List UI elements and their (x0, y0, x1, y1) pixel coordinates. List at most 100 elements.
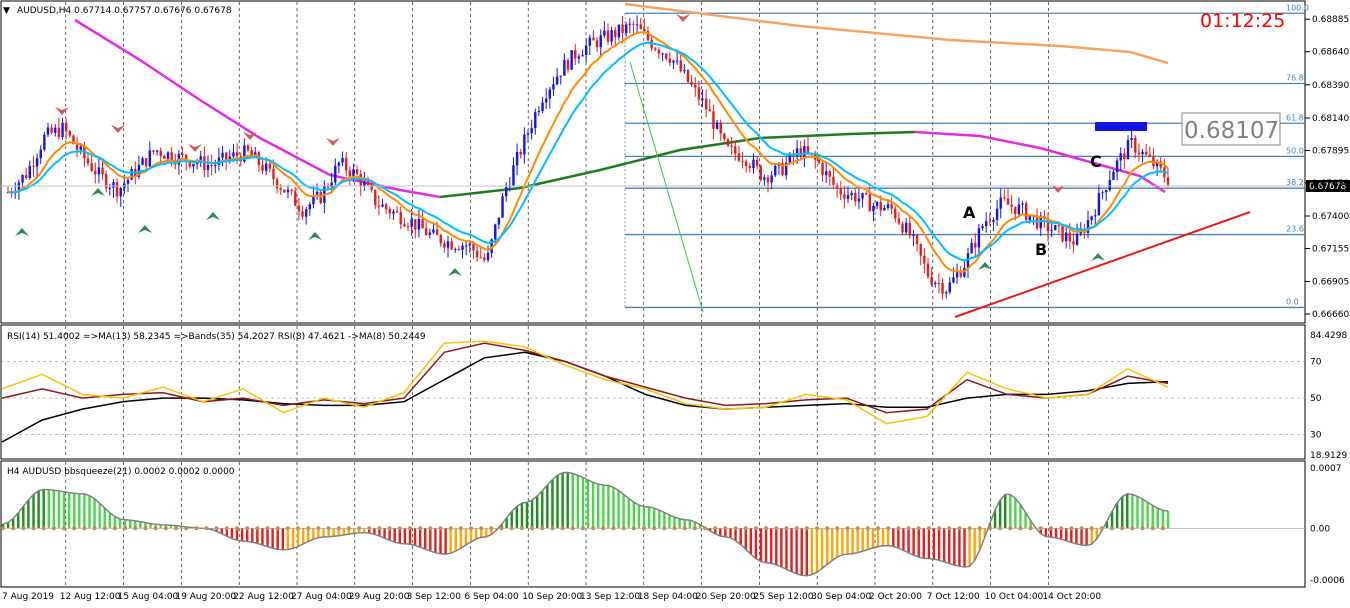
candle-body (774, 165, 777, 176)
candle-body (214, 164, 217, 166)
fib-level-label: 100.0 (1286, 3, 1309, 12)
candle-body (35, 158, 39, 167)
candle-body (639, 24, 642, 29)
candle-body (68, 131, 72, 136)
candle-body (479, 257, 482, 259)
time-label: 2 Oct 20:00 (869, 592, 922, 602)
candle-body (730, 145, 733, 147)
candle-body (719, 122, 722, 134)
fib-level-label: 61.8 (1286, 113, 1304, 122)
candle-body (974, 243, 977, 248)
candle-body (879, 202, 882, 211)
candle-body (464, 245, 468, 247)
candle-body (192, 163, 195, 167)
candle-body (235, 152, 239, 157)
candle-body (806, 146, 810, 153)
candle-body (559, 75, 562, 77)
candle-body (512, 165, 515, 186)
candle-body (457, 248, 461, 250)
candle-body (61, 122, 64, 138)
candle-body (603, 30, 606, 36)
candle-body (944, 292, 948, 294)
candle-body (657, 49, 661, 54)
candle-body (21, 174, 24, 183)
candle-body (624, 24, 628, 34)
candle-body (483, 257, 486, 261)
candle-body (708, 109, 712, 112)
candle-body (995, 208, 999, 220)
candle-body (32, 165, 35, 167)
candle-body (406, 226, 410, 228)
candle-body (755, 159, 759, 166)
candle-body (272, 168, 275, 180)
candle-body (581, 54, 584, 57)
candle-body (894, 208, 897, 219)
candle-body (1006, 198, 1010, 205)
candle-body (268, 163, 272, 169)
candle-body (694, 84, 697, 88)
candle-body (937, 282, 941, 284)
candle-body (1024, 203, 1028, 221)
candle-body (1152, 156, 1155, 167)
candle-body (701, 98, 704, 100)
candle-body (75, 144, 79, 150)
candle-body (679, 60, 682, 72)
candle-body (992, 219, 995, 222)
candle-body (119, 188, 122, 197)
candle-body (872, 205, 875, 212)
candle-body (584, 45, 588, 55)
candle-body (43, 134, 46, 150)
candle-body (90, 163, 93, 171)
chart-window: 100.0 76.8 61.8 50.0 38.2 23.6 0.0 A B C ▼ AUD… (0, 0, 1350, 608)
candle-body (748, 166, 752, 169)
candle-body (366, 181, 370, 186)
candle-body (668, 58, 672, 63)
candle-body (421, 218, 424, 229)
candle-body (494, 224, 497, 240)
candle-body (617, 24, 621, 38)
candle-body (417, 218, 421, 230)
candle-body (759, 165, 762, 180)
candle-body (737, 153, 741, 161)
candle-body (1068, 232, 1072, 242)
candle-body (1017, 204, 1021, 215)
candle-body (1014, 206, 1017, 215)
candle-body (941, 282, 944, 294)
candle-body (374, 189, 377, 206)
time-label: 30 Sep 04:00 (811, 592, 871, 602)
rsi-panel-title: RSI(14) 51.4002 =>MA(13) 58.2345 =>Bands… (7, 332, 426, 342)
candle-body (886, 204, 890, 208)
candle-body (461, 245, 464, 250)
candle-body (428, 232, 432, 236)
candle-body (246, 145, 250, 151)
candle-body (704, 98, 708, 110)
candle-body (530, 128, 533, 134)
candle-body (795, 148, 799, 157)
candle-body (1112, 171, 1115, 181)
candle-body (904, 222, 908, 233)
candle-body (643, 28, 646, 32)
candle-body (621, 24, 624, 34)
price-axis-label: 0.66660 (1312, 310, 1349, 320)
candle-body (766, 177, 770, 183)
time-label: 3 Sep 12:00 (407, 592, 462, 602)
candle-body (570, 50, 573, 70)
candle-body (450, 241, 453, 250)
candle-body (726, 139, 730, 146)
candle-body (592, 37, 595, 41)
price-axis-label: 0.68390 (1312, 81, 1349, 91)
candle-body (381, 204, 384, 207)
pattern-label-b: B (1035, 240, 1047, 259)
chart-svg[interactable]: 100.076.861.850.038.223.60.0 A B C ▼ AUD… (0, 0, 1350, 608)
candle-body (712, 111, 715, 129)
candle-body (799, 148, 802, 157)
candle-body (1064, 232, 1068, 242)
candle-body (443, 243, 446, 248)
candle-body (181, 153, 184, 155)
rsi-axis-label: 30 (1310, 431, 1322, 441)
candle-body (1054, 225, 1057, 231)
candle-body (948, 282, 952, 293)
candle-body (141, 158, 144, 165)
menu-icon[interactable]: ▼ (3, 6, 10, 16)
candle-body (28, 165, 32, 179)
